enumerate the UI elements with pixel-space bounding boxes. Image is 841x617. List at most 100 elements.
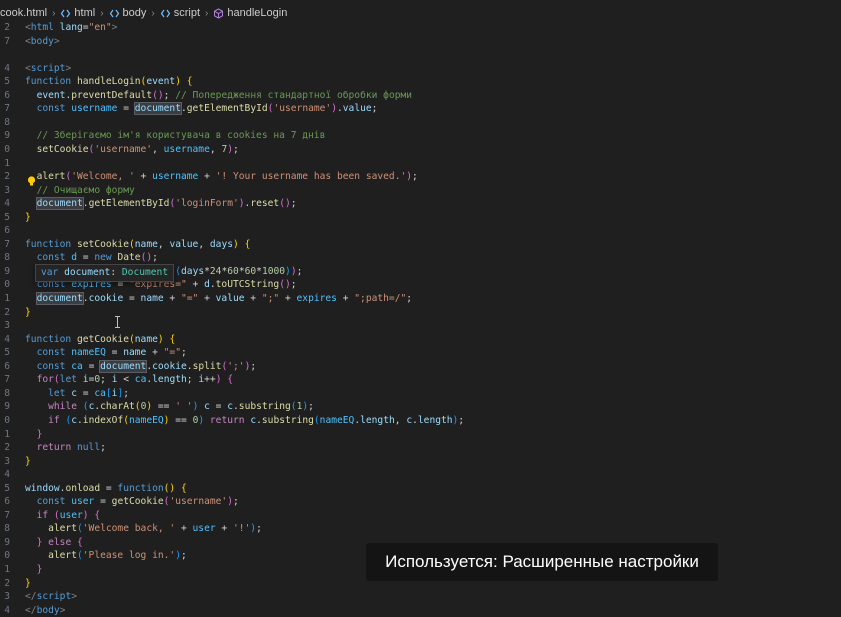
breadcrumb-label: handleLogin: [227, 7, 288, 19]
code-token: return: [36, 442, 72, 454]
code-token: event: [36, 89, 66, 101]
code-token: '!': [232, 523, 251, 535]
code-token: ;: [233, 143, 239, 155]
code-token: length: [417, 414, 453, 426]
code-text: const d = new Date();: [25, 251, 158, 265]
code-text: }: [25, 577, 31, 591]
code-token: {: [94, 509, 101, 521]
line-number: 6: [4, 225, 10, 237]
code-token: return: [209, 414, 245, 426]
code-token: ";path=/": [354, 293, 407, 304]
code-token: reset: [250, 198, 280, 210]
code-line: 6 const user = getCookie('username');: [0, 495, 841, 509]
code-token: >: [53, 35, 60, 47]
code-text: const user = getCookie('username');: [25, 495, 239, 509]
code-token: 1000: [261, 265, 286, 277]
code-token: ca: [94, 387, 106, 399]
line-number: 8: [4, 252, 10, 264]
code-text: while (c.charAt(0) == ' ') c = c.substri…: [25, 400, 314, 414]
code-token: name: [134, 238, 158, 250]
line-number: 1: [4, 293, 10, 304]
code-token: ca: [134, 374, 147, 386]
code-token: {: [186, 76, 193, 88]
code-text: document.cookie = name + "=" + value + "…: [25, 292, 412, 306]
line-number: 0: [4, 550, 10, 562]
line-number: 9: [4, 130, 10, 142]
code-line: 1 }: [0, 428, 841, 442]
code-token: name: [140, 293, 164, 304]
code-token: {: [244, 238, 251, 250]
breadcrumb-item[interactable]: html: [60, 7, 95, 19]
code-token: document: [35, 292, 84, 305]
code-token: lang: [59, 22, 83, 33]
code-line: 0 if (c.indexOf(nameEQ) == 0) return c.s…: [0, 414, 841, 428]
breadcrumb-item[interactable]: body: [109, 7, 146, 19]
code-token: charAt: [100, 401, 135, 413]
code-line: 4 <script>: [0, 62, 841, 76]
code-token: function: [117, 482, 164, 494]
code-line: 2 return null;: [0, 441, 841, 455]
breadcrumb-item[interactable]: script: [160, 7, 200, 19]
code-token: ;: [163, 89, 176, 101]
code-token: while: [48, 401, 77, 413]
code-line: 3: [0, 319, 841, 333]
code-line: 7 <body>: [0, 35, 841, 49]
breadcrumb-item[interactable]: cook.html: [0, 7, 47, 19]
element-icon: [160, 9, 170, 17]
text-cursor-icon: [115, 316, 120, 328]
code-token: value: [215, 293, 245, 304]
breadcrumb-item[interactable]: handleLogin: [213, 7, 287, 19]
hover-type: Document: [121, 267, 169, 278]
code-token: // Очищаємо форму: [36, 184, 135, 196]
code-token: >: [111, 22, 118, 33]
code-line: 1 document.cookie = name + "=" + value +…: [0, 292, 841, 306]
code-text: </script>: [25, 590, 77, 604]
hover-keyword: var: [41, 267, 59, 278]
code-token: ";": [261, 293, 280, 304]
code-token: ;: [371, 103, 378, 115]
code-token: ';': [227, 360, 245, 372]
line-number: 4: [4, 604, 10, 616]
code-editor[interactable]: 2 <html lang="en"> 7 <body> 4 <script> 5 functi…: [0, 20, 841, 616]
code-token: else: [48, 536, 72, 548]
code-token: +: [244, 293, 262, 304]
code-text: }: [25, 306, 31, 320]
code-token: getElementById: [186, 103, 268, 115]
code-token: ;: [180, 550, 187, 562]
code-token: function: [25, 333, 72, 345]
code-token: null: [77, 442, 101, 454]
code-token: "en": [88, 22, 112, 33]
code-line: 7 const username = document.getElementBy…: [0, 102, 841, 116]
code-line: 8: [0, 116, 841, 130]
code-token: expires: [296, 293, 337, 304]
code-token: 60: [227, 265, 239, 277]
code-text: event.preventDefault(); // Попередження …: [25, 89, 413, 103]
code-token: ,: [198, 238, 210, 250]
code-token: cookie: [152, 360, 187, 372]
code-line: 8 const d = new Date();: [0, 251, 841, 265]
code-token: ;: [100, 374, 112, 386]
code-line: 8 let c = ca[i];: [0, 387, 841, 401]
line-number: 0: [4, 414, 10, 426]
hover-colon: :: [110, 267, 117, 278]
code-token: =: [117, 103, 135, 115]
code-token: ;: [152, 252, 158, 264]
code-line: 4 </body>: [0, 604, 841, 617]
hover-tooltip: var document: Document: [35, 264, 175, 282]
code-text: }: [25, 211, 31, 225]
code-text: function getCookie(name) {: [25, 333, 175, 347]
lightbulb-icon[interactable]: [27, 176, 36, 187]
chevron-right-icon: ›: [205, 7, 209, 19]
code-token: (): [152, 89, 164, 101]
code-line: 2}: [0, 306, 841, 320]
code-token: (): [279, 198, 291, 210]
code-token: ;: [458, 414, 465, 426]
code-line: 2 alert('Welcome, ' + username + '! Your…: [0, 170, 841, 184]
